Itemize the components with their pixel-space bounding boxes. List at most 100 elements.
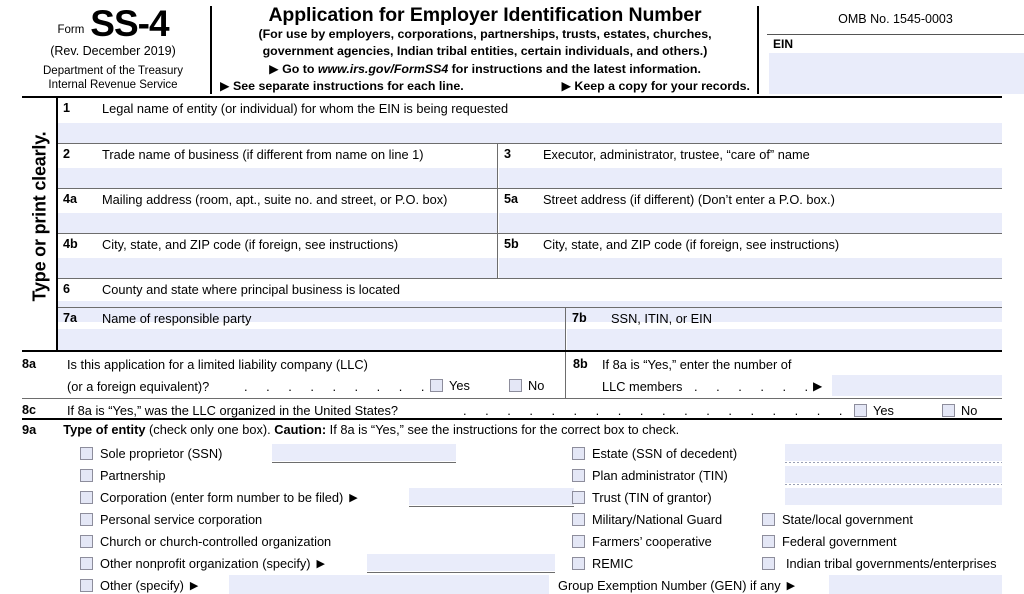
sole-proprietor-ssn-input[interactable]	[272, 444, 456, 461]
field-line-4b: 4b City, state, and ZIP code (if foreign…	[58, 234, 497, 279]
entity-option-trust[interactable]: Trust (TIN of grantor)	[572, 490, 712, 505]
group-exemption-number-input[interactable]	[829, 575, 1002, 594]
entity-option-indian-tribal-government[interactable]: Indian tribal governments/enterprises	[762, 556, 997, 571]
trust-tin-input[interactable]	[785, 488, 1002, 505]
military-label: Military/National Guard	[592, 512, 723, 527]
trust-label: Trust (TIN of grantor)	[592, 490, 712, 505]
corporation-form-number-input[interactable]	[409, 488, 574, 505]
rule-after-line-2	[58, 188, 1002, 189]
line-8c-text: If 8a is “Yes,” was the LLC organized in…	[67, 403, 399, 418]
line-8c-no-label: No	[961, 403, 978, 418]
field-line-4a: 4a Mailing address (room, apt., suite no…	[58, 189, 497, 234]
partnership-checkbox[interactable]	[80, 469, 93, 482]
header-divider-left	[210, 6, 212, 94]
type-of-entity-section: 9a Type of entity (check only one box). C…	[22, 420, 1002, 594]
line-3-input[interactable]	[499, 168, 1002, 189]
other-nonprofit-label: Other nonprofit organization (specify)	[100, 556, 311, 571]
line-1-input[interactable]	[58, 123, 1002, 144]
entity-information-grid: 1 Legal name of entity (or individual) f…	[58, 98, 1002, 350]
other-specify-input[interactable]	[229, 575, 549, 594]
entity-option-military[interactable]: Military/National Guard	[572, 512, 722, 527]
line-7b-number: 7b	[572, 311, 587, 325]
military-checkbox[interactable]	[572, 513, 585, 526]
field-line-5a: 5a Street address (if different) (Don’t …	[499, 189, 1002, 234]
line-8a-yes-label: Yes	[449, 378, 470, 393]
plan-administrator-underline	[785, 484, 1002, 485]
other-nonprofit-specify-input[interactable]	[367, 554, 555, 571]
entity-option-partnership[interactable]: Partnership	[80, 468, 165, 483]
ein-input[interactable]	[769, 53, 1024, 94]
field-line-3: 3 Executor, administrator, trustee, “car…	[499, 144, 1002, 189]
corporation-checkbox[interactable]	[80, 491, 93, 504]
irs-website-link[interactable]: www.irs.gov/FormSS4	[318, 62, 448, 76]
line-8a-no-option[interactable]: No	[509, 378, 544, 393]
farmers-cooperative-checkbox[interactable]	[572, 535, 585, 548]
form-number: SS-4	[90, 3, 169, 44]
issuing-department: Department of the Treasury Internal Reve…	[22, 65, 204, 92]
omb-divider	[767, 34, 1024, 35]
entity-option-personal-service-corp[interactable]: Personal service corporation	[80, 512, 262, 527]
line-8b-text-2: LLC members	[602, 379, 683, 394]
state-local-government-checkbox[interactable]	[762, 513, 775, 526]
line-9a-heading: 9a Type of entity (check only one box). C…	[22, 422, 679, 437]
header-center-block: Application for Employer Identification …	[218, 4, 752, 93]
line-5b-input[interactable]	[499, 258, 1002, 279]
church-checkbox[interactable]	[80, 535, 93, 548]
line-8c-yes-checkbox[interactable]	[854, 404, 867, 417]
corporation-label: Corporation (enter form number to be fil…	[100, 490, 344, 505]
line-8a-text-2: (or a foreign equivalent)?	[67, 379, 210, 394]
line-8b-input[interactable]	[832, 375, 1002, 396]
trust-checkbox[interactable]	[572, 491, 585, 504]
other-checkbox[interactable]	[80, 579, 93, 592]
line-8c-yes-option[interactable]: Yes	[854, 403, 894, 418]
entity-option-sole-proprietor[interactable]: Sole proprietor (SSN)	[80, 446, 222, 461]
line-8a-number: 8a	[22, 357, 37, 371]
entity-option-other-nonprofit[interactable]: Other nonprofit organization (specify) ▶	[80, 556, 325, 571]
line-7b-input[interactable]	[567, 329, 1002, 350]
line-2-number: 2	[63, 147, 71, 161]
line-8a-leader-dots: . . . . . . . . .	[244, 379, 432, 394]
line-4a-input[interactable]	[58, 213, 497, 234]
line-8a-no-label: No	[528, 378, 545, 393]
ein-label: EIN	[773, 37, 794, 51]
sole-proprietor-checkbox[interactable]	[80, 447, 93, 460]
line-8c-no-checkbox[interactable]	[942, 404, 955, 417]
rule-after-line-6	[58, 307, 1002, 308]
federal-government-label: Federal government	[782, 534, 897, 549]
line-4b-caption: City, state, and ZIP code (if foreign, s…	[102, 237, 399, 252]
personal-service-corporation-label: Personal service corporation	[100, 512, 263, 527]
line-4b-input[interactable]	[58, 258, 497, 279]
line-5a-input[interactable]	[499, 213, 1002, 234]
federal-government-checkbox[interactable]	[762, 535, 775, 548]
estate-checkbox[interactable]	[572, 447, 585, 460]
entity-option-church[interactable]: Church or church-controlled organization	[80, 534, 331, 549]
line-8c-no-option[interactable]: No	[942, 403, 977, 418]
entity-option-estate[interactable]: Estate (SSN of decedent)	[572, 446, 737, 461]
indian-tribal-government-checkbox[interactable]	[762, 557, 775, 570]
remic-checkbox[interactable]	[572, 557, 585, 570]
plan-administrator-tin-input[interactable]	[785, 466, 1002, 483]
entity-option-federal-government[interactable]: Federal government	[762, 534, 897, 549]
line-2-input[interactable]	[58, 168, 497, 189]
header-right-block: OMB No. 1545-0003 EIN	[767, 4, 1024, 94]
entity-option-farmers-cooperative[interactable]: Farmers’ cooperative	[572, 534, 712, 549]
line-7a-input[interactable]	[58, 329, 565, 350]
line-8b-number: 8b	[573, 357, 588, 371]
plan-administrator-checkbox[interactable]	[572, 469, 585, 482]
llc-question-section: 8a Is this application for a limited lia…	[22, 352, 1002, 418]
estate-ssn-input[interactable]	[785, 444, 1002, 461]
other-nonprofit-checkbox[interactable]	[80, 557, 93, 570]
entity-option-remic[interactable]: REMIC	[572, 556, 633, 571]
line-8c-leader-dots: . . . . . . . . . . . . . . . . . .	[463, 403, 850, 418]
entity-option-plan-administrator[interactable]: Plan administrator (TIN)	[572, 468, 728, 483]
line-8b-arrow-icon: ▶	[813, 379, 823, 393]
line-8a-yes-checkbox[interactable]	[430, 379, 443, 392]
sole-proprietor-underline	[272, 462, 456, 463]
line-8a-yes-option[interactable]: Yes	[430, 378, 470, 393]
entity-option-state-local-government[interactable]: State/local government	[762, 512, 913, 527]
personal-service-corporation-checkbox[interactable]	[80, 513, 93, 526]
line-5a-number: 5a	[504, 192, 519, 206]
line-8a-no-checkbox[interactable]	[509, 379, 522, 392]
rule-after-line-4b	[58, 278, 1002, 279]
entity-option-corporation[interactable]: Corporation (enter form number to be fil…	[80, 490, 358, 505]
